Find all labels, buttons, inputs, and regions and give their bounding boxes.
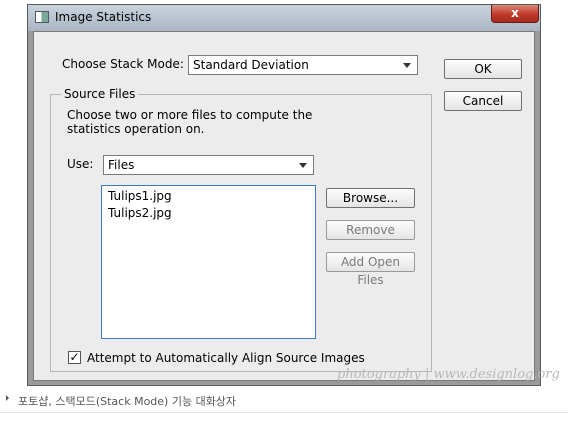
stack-mode-value: Standard Deviation	[193, 58, 309, 72]
caption-text: 포토샵, 스택모드(Stack Mode) 기능 대화상자	[18, 395, 237, 408]
title-bar[interactable]: Image Statistics x	[28, 5, 540, 31]
image-statistics-dialog: Image Statistics x Choose Stack Mode: St…	[27, 4, 560, 386]
use-select[interactable]: Files	[103, 155, 314, 175]
source-files-group: Source Files Choose two or more files to…	[50, 87, 432, 372]
add-open-files-button[interactable]: Add Open Files	[326, 252, 415, 287]
chevron-down-icon	[299, 163, 307, 168]
source-files-description: Choose two or more files to compute the …	[67, 108, 313, 136]
align-checkbox[interactable]: ✓	[68, 351, 81, 364]
cancel-button[interactable]: Cancel	[444, 91, 522, 111]
checkmark-icon: ✓	[69, 350, 80, 364]
list-item[interactable]: Tulips2.jpg	[108, 206, 172, 220]
bullet-icon	[6, 395, 9, 401]
stack-mode-label: Choose Stack Mode:	[62, 57, 184, 71]
chevron-down-icon	[403, 63, 411, 68]
dialog-body: Choose Stack Mode: Standard Deviation OK…	[33, 31, 560, 382]
watermark: photography | www.designlog.org	[337, 367, 560, 382]
list-item[interactable]: Tulips1.jpg	[108, 189, 172, 203]
use-value: Files	[108, 158, 135, 172]
browse-button[interactable]: Browse...	[326, 188, 415, 208]
align-label: Attempt to Automatically Align Source Im…	[87, 351, 365, 365]
ok-button[interactable]: OK	[444, 59, 522, 79]
source-files-group-title: Source Files	[61, 87, 139, 101]
dialog-title: Image Statistics	[55, 10, 152, 24]
use-label: Use:	[67, 157, 94, 171]
divider	[0, 412, 568, 413]
stack-mode-select[interactable]: Standard Deviation	[188, 55, 418, 75]
app-icon	[35, 11, 49, 23]
close-button[interactable]: x	[491, 5, 539, 23]
remove-button[interactable]: Remove	[326, 220, 415, 240]
source-files-list[interactable]: Tulips1.jpg Tulips2.jpg	[101, 185, 316, 339]
